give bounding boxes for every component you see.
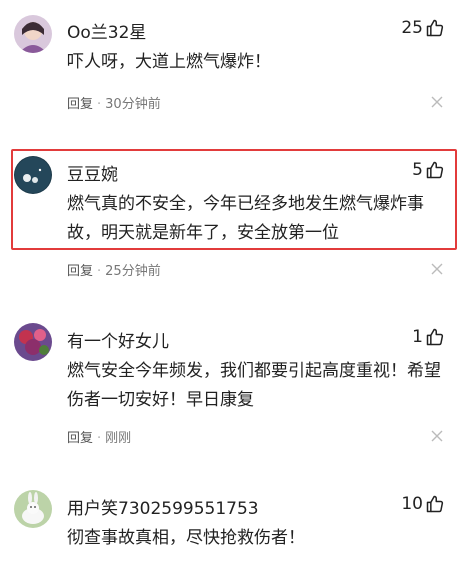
avatar[interactable]: [14, 490, 52, 528]
close-icon[interactable]: [431, 263, 443, 275]
thumbs-up-icon: [426, 19, 444, 37]
reply-button[interactable]: 回复: [67, 97, 93, 112]
reply-button[interactable]: 回复: [67, 264, 93, 279]
close-icon[interactable]: [431, 96, 443, 108]
comment-username[interactable]: 用户笑7302599551753: [67, 494, 259, 519]
separator: ·: [97, 431, 102, 446]
comment-text: 燃气真的不安全，今年已经多地发生燃气爆炸事故，明天就是新年了，安全放第一位: [67, 194, 424, 243]
like-button[interactable]: 10: [401, 494, 445, 514]
like-count: 5: [412, 160, 423, 180]
like-count: 1: [412, 327, 423, 347]
avatar[interactable]: [14, 15, 52, 53]
separator: ·: [97, 264, 102, 279]
comment-time: 30分钟前: [105, 97, 161, 112]
comment-username[interactable]: Oo兰32星: [67, 18, 146, 43]
avatar[interactable]: [14, 323, 52, 361]
thumbs-up-icon: [426, 495, 444, 513]
like-count: 10: [401, 494, 423, 514]
like-count: 25: [401, 18, 423, 38]
comment-time: 刚刚: [105, 431, 132, 446]
close-icon[interactable]: [431, 430, 443, 442]
like-button[interactable]: 25: [401, 18, 445, 38]
comment-username[interactable]: 有一个好女儿: [67, 327, 169, 352]
avatar[interactable]: [14, 156, 52, 194]
separator: ·: [97, 97, 102, 112]
thumbs-up-icon: [426, 328, 444, 346]
comment-meta: 回复 · 25分钟前: [67, 260, 161, 279]
comment-text: 燃气安全今年频发，我们都要引起高度重视！希望伤者一切安好！早日康复: [67, 361, 441, 410]
comment-username[interactable]: 豆豆婉: [67, 160, 118, 185]
comment-meta: 回复 · 刚刚: [67, 427, 131, 446]
thumbs-up-icon: [426, 161, 444, 179]
like-button[interactable]: 5: [412, 160, 445, 180]
comment-meta: 回复 · 30分钟前: [67, 93, 161, 112]
comment-text: 吓人呀，大道上燃气爆炸！: [67, 52, 271, 72]
comment-text: 彻查事故真相，尽快抢救伤者！: [67, 528, 305, 548]
comment-time: 25分钟前: [105, 264, 161, 279]
reply-button[interactable]: 回复: [67, 431, 93, 446]
like-button[interactable]: 1: [412, 327, 445, 347]
